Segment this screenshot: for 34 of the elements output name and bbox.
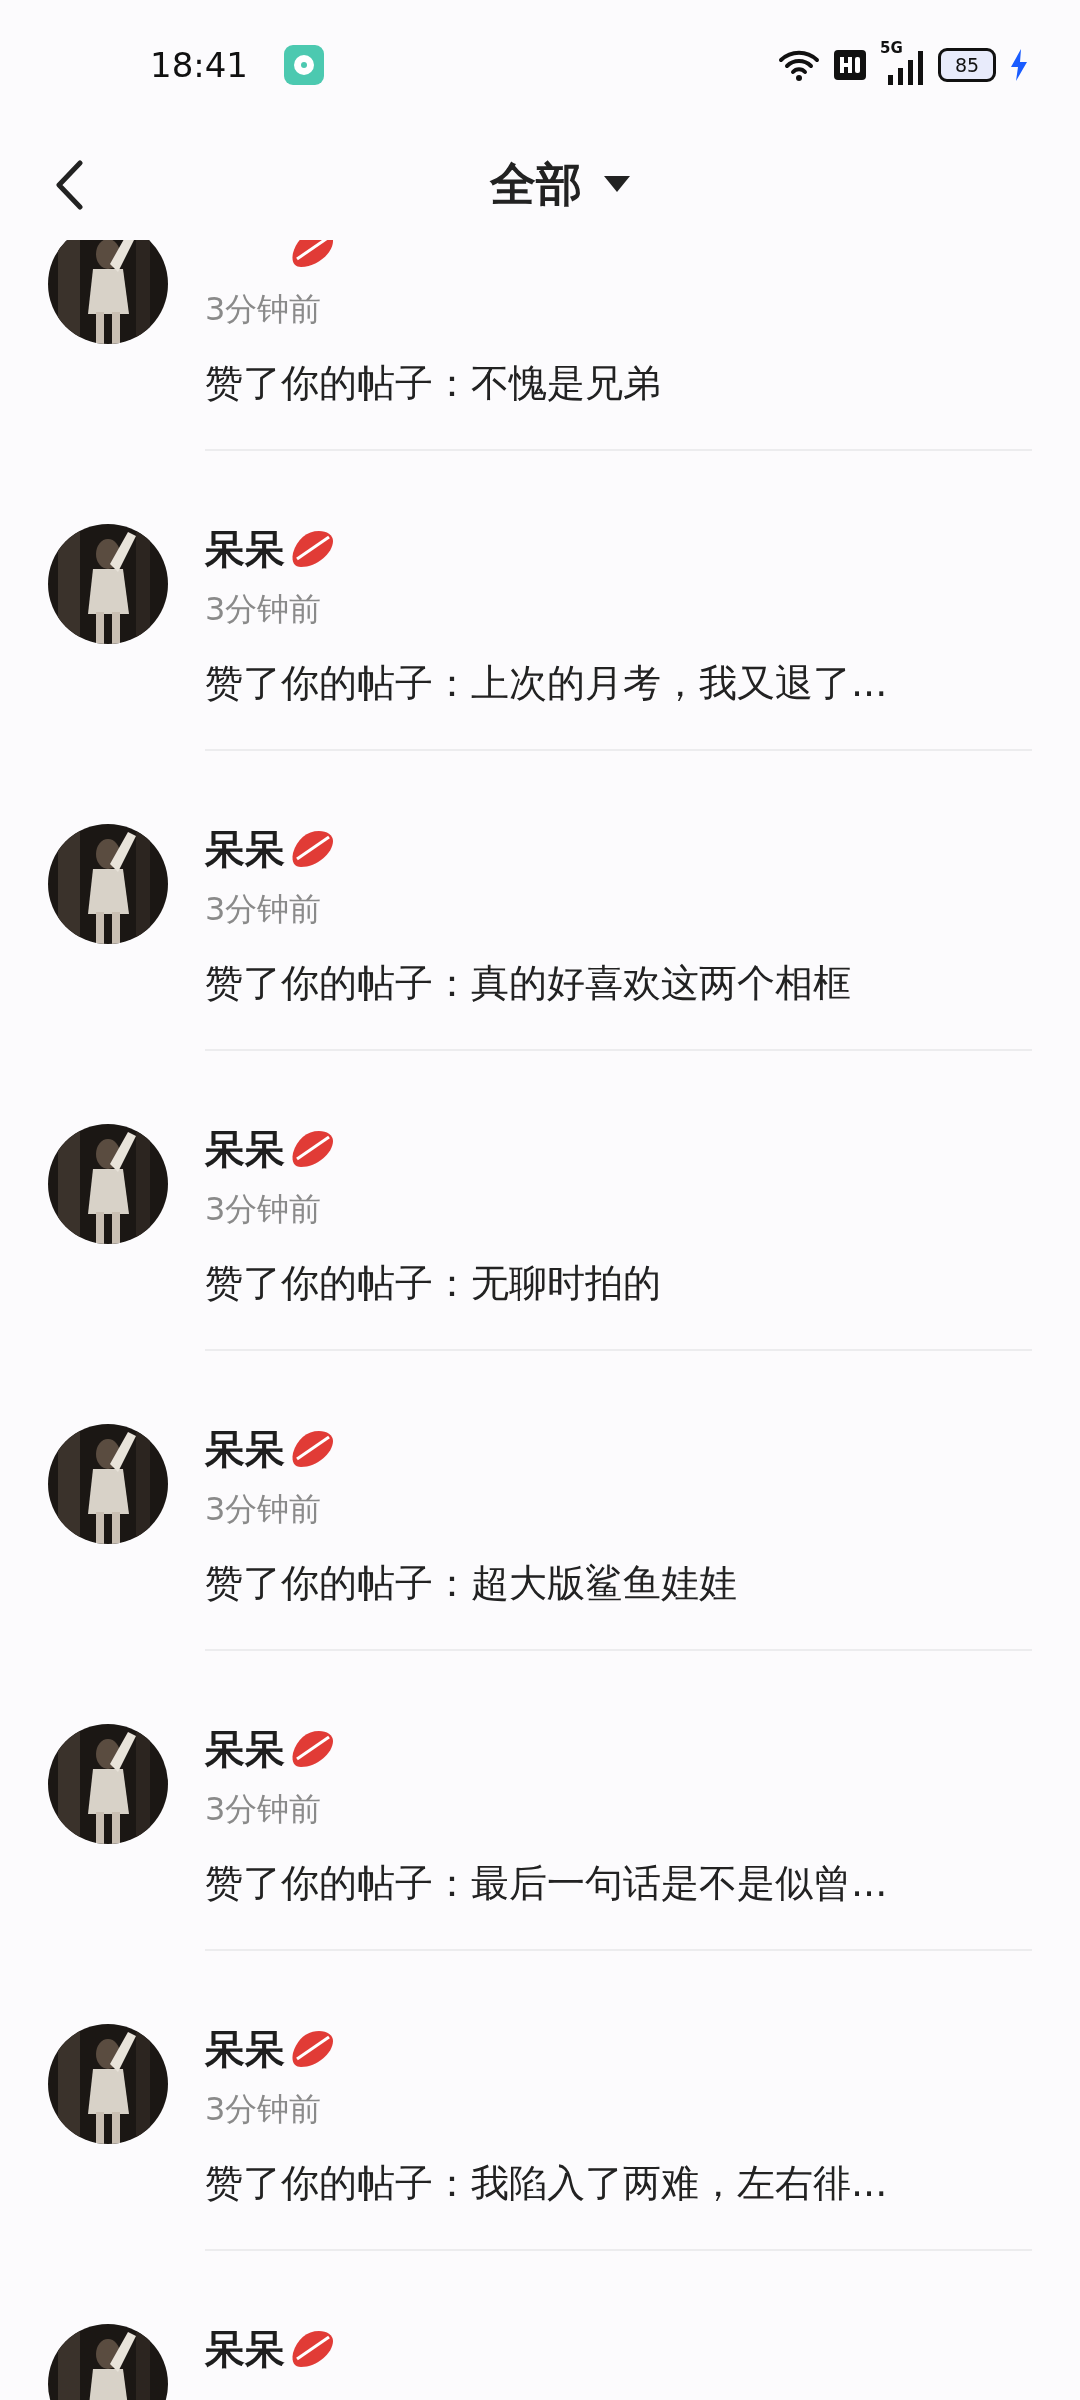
notification-message[interactable]: 赞了你的帖子：真的好喜欢这两个相框 bbox=[205, 957, 1032, 1009]
notification-time: 3分钟前 bbox=[205, 589, 323, 630]
notification-time: 3分钟前 bbox=[205, 2089, 323, 2130]
user-name: 呆呆 bbox=[205, 1424, 285, 1474]
notification-time: 3分钟前 bbox=[205, 1489, 323, 1530]
notification-message[interactable]: 赞了你的帖子：最后一句话是不是似曾... bbox=[205, 1857, 1032, 1909]
user-name: 呆呆 bbox=[205, 524, 285, 574]
hd-icon bbox=[834, 50, 866, 80]
notification-message[interactable]: 赞了你的帖子：不愧是兄弟 bbox=[205, 357, 1032, 409]
charging-icon bbox=[1010, 49, 1028, 81]
wifi-icon bbox=[778, 48, 820, 82]
user-name: 呆呆 bbox=[205, 1124, 285, 1174]
user-name: 呆呆 bbox=[205, 1724, 285, 1774]
notification-message[interactable]: 赞了你的帖子：我陷入了两难，左右徘... bbox=[205, 2157, 1032, 2209]
notification-time: 3分钟前 bbox=[205, 1189, 323, 1230]
lips-icon bbox=[289, 2029, 335, 2069]
user-name: 呆呆 bbox=[205, 824, 285, 874]
notification-time: 3分钟前 bbox=[205, 889, 323, 930]
notification-time: 3分钟前 bbox=[205, 1789, 323, 1830]
notification-message[interactable]: 赞了你的帖子：超大版鲨鱼娃娃 bbox=[205, 1557, 1032, 1609]
notification-message[interactable]: 赞了你的帖子：上次的月考，我又退了... bbox=[205, 657, 1032, 709]
app-notification-icon bbox=[284, 45, 324, 85]
dropdown-icon[interactable] bbox=[604, 176, 630, 194]
notification-message[interactable]: 赞了你的帖子：无聊时拍的 bbox=[205, 1257, 1032, 1309]
back-icon[interactable] bbox=[54, 160, 84, 210]
signal-icon bbox=[888, 51, 924, 85]
battery-icon: 85 bbox=[938, 48, 996, 82]
user-name: 呆呆 bbox=[205, 2024, 285, 2074]
filter-title[interactable]: 全部 bbox=[490, 154, 582, 216]
notification-time: 3分钟前 bbox=[205, 289, 323, 330]
lips-icon bbox=[289, 240, 335, 269]
network-label: 5G bbox=[880, 39, 903, 57]
user-name: 呆呆 bbox=[205, 2324, 285, 2374]
status-time: 18:41 bbox=[150, 45, 248, 85]
